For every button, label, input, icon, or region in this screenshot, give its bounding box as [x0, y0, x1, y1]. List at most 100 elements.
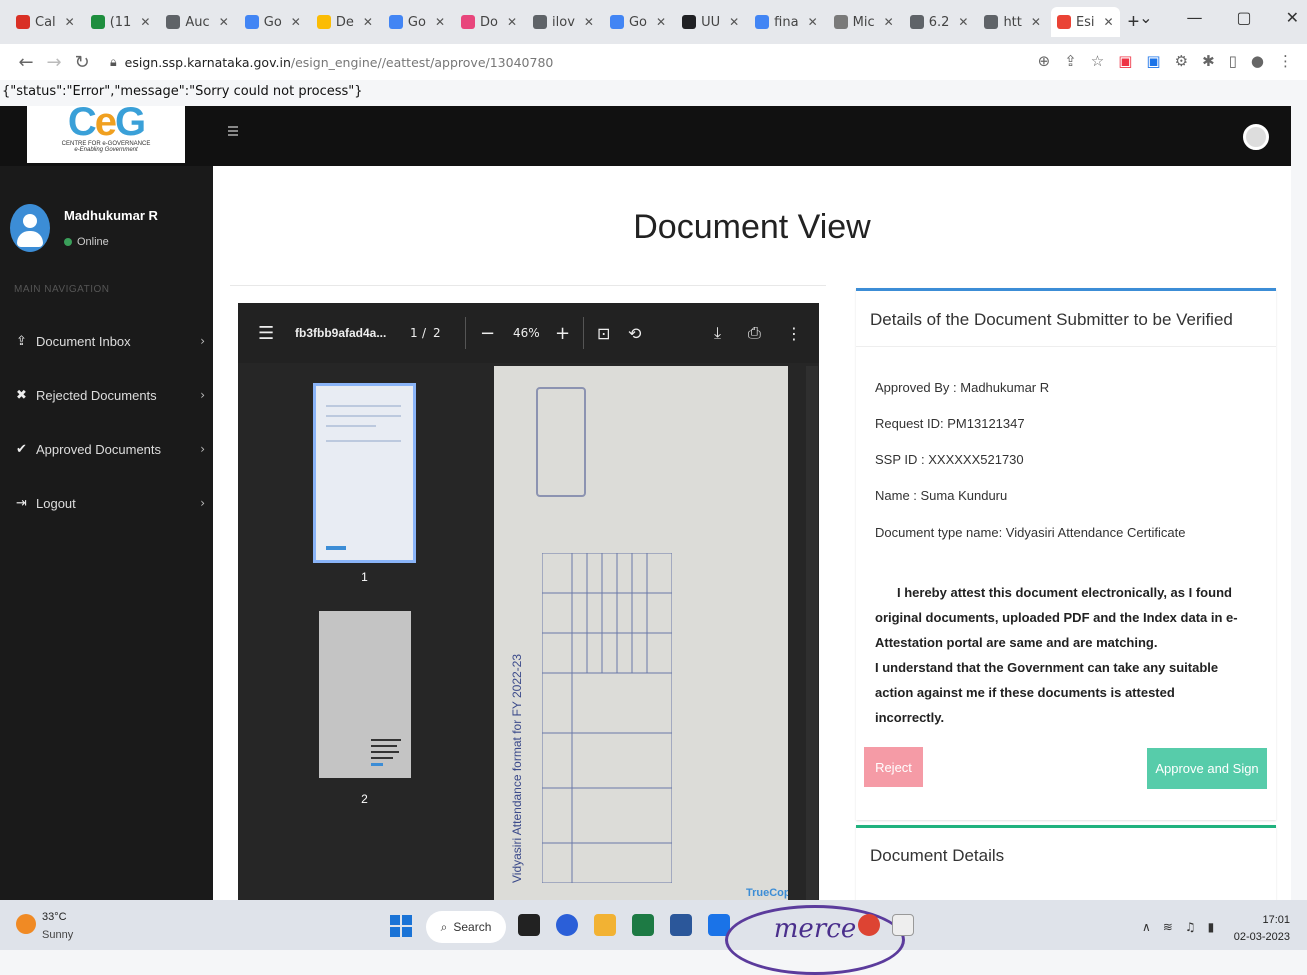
- download-icon[interactable]: ⤓: [714, 323, 721, 343]
- document-heading: Vidyasiri Attendance format for FY 2022-…: [510, 653, 524, 883]
- extension-icon[interactable]: ▣: [1118, 52, 1132, 70]
- volume-icon[interactable]: ♫: [1185, 920, 1196, 934]
- extension-icon[interactable]: ▣: [1146, 52, 1160, 70]
- user-menu-avatar[interactable]: [1243, 124, 1269, 150]
- browser-tab[interactable]: ilov ✕: [527, 7, 600, 37]
- tab-close-icon[interactable]: ✕: [958, 15, 968, 29]
- tab-close-icon[interactable]: ✕: [140, 15, 150, 29]
- browser-tab[interactable]: htt ✕: [978, 7, 1047, 37]
- zoom-icon[interactable]: ⊕: [1038, 52, 1051, 70]
- extension-icon[interactable]: ⚙: [1175, 52, 1188, 70]
- zoom-in-icon[interactable]: +: [555, 323, 570, 344]
- tab-close-icon[interactable]: ✕: [435, 15, 445, 29]
- more-options-icon[interactable]: ⋮: [786, 324, 802, 343]
- sidebar-item-approved-documents[interactable]: ✔ Approved Documents ›: [0, 429, 213, 469]
- sidepanel-icon[interactable]: ▯: [1229, 52, 1237, 70]
- tab-favicon-icon: [461, 15, 476, 29]
- tab-favicon-icon: [1056, 15, 1071, 29]
- forward-icon[interactable]: →: [40, 52, 68, 73]
- chrome-icon[interactable]: [858, 914, 880, 936]
- sidebar-item-rejected-documents[interactable]: ✖ Rejected Documents ›: [0, 375, 213, 415]
- file-explorer-icon[interactable]: [594, 914, 616, 936]
- new-tab-button[interactable]: +: [1128, 11, 1140, 34]
- tab-label: htt: [1003, 14, 1022, 30]
- share-icon[interactable]: ⇪: [1064, 52, 1077, 70]
- puzzle-icon[interactable]: ✱: [1202, 52, 1215, 70]
- sun-icon[interactable]: [16, 914, 36, 934]
- browser-tab[interactable]: Go ✕: [383, 7, 451, 37]
- tab-favicon-icon: [16, 15, 30, 29]
- zoom-out-icon[interactable]: −: [480, 323, 495, 344]
- bookmark-star-icon[interactable]: ☆: [1091, 52, 1104, 70]
- sidebar-toggle-icon[interactable]: [228, 126, 238, 140]
- tab-search-icon[interactable]: ⌄: [1139, 8, 1152, 27]
- profile-avatar[interactable]: ●: [1251, 52, 1264, 70]
- tab-close-icon[interactable]: ✕: [219, 15, 229, 29]
- tab-close-icon[interactable]: ✕: [363, 15, 373, 29]
- pdf-zoom-level[interactable]: 46%: [513, 326, 540, 340]
- tab-label: Go: [407, 14, 426, 30]
- pdf-page-separator: /: [422, 326, 427, 340]
- browser-tab[interactable]: Go ✕: [604, 7, 672, 37]
- pdf-page-current[interactable]: 1: [410, 326, 418, 340]
- browser-tab[interactable]: (11 ✕: [85, 7, 157, 37]
- browser-tab[interactable]: fina ✕: [749, 7, 823, 37]
- taskbar-app-icon[interactable]: [892, 914, 914, 936]
- back-icon[interactable]: ←: [12, 52, 40, 73]
- browser-tab[interactable]: Esi ✕: [1050, 7, 1120, 37]
- browser-tab[interactable]: Cal ✕: [10, 7, 81, 37]
- minimize-icon[interactable]: —: [1186, 8, 1202, 27]
- pdf-menu-icon[interactable]: ☰: [258, 323, 274, 344]
- tab-close-icon[interactable]: ✕: [291, 15, 301, 29]
- ssp-id: SSP ID : XXXXXX521730: [875, 452, 1024, 467]
- browser-tab[interactable]: De ✕: [311, 7, 379, 37]
- ceg-logo[interactable]: CeG CENTRE FOR e-GOVERNANCE e-Enabling G…: [27, 106, 185, 163]
- windows-start-icon[interactable]: [390, 915, 412, 937]
- document-page-content: Vidyasiri Attendance format for FY 2022-…: [506, 383, 788, 899]
- browser-tab[interactable]: Mic ✕: [828, 7, 900, 37]
- pdf-scrollbar[interactable]: [806, 366, 818, 900]
- taskbar-app-icon[interactable]: [518, 914, 540, 936]
- page-thumbnail[interactable]: [319, 611, 411, 778]
- fit-page-icon[interactable]: ⊡: [597, 324, 610, 343]
- browser-tab[interactable]: Auc ✕: [160, 7, 234, 37]
- tab-close-icon[interactable]: ✕: [656, 15, 666, 29]
- browser-tab[interactable]: 6.2 ✕: [904, 7, 975, 37]
- reject-button[interactable]: Reject: [864, 747, 923, 787]
- excel-icon[interactable]: [632, 914, 654, 936]
- rotate-icon[interactable]: ⟲: [628, 324, 641, 343]
- tab-favicon-icon: [755, 15, 770, 29]
- taskbar-app-icon[interactable]: [556, 914, 578, 936]
- tab-close-icon[interactable]: ✕: [507, 15, 517, 29]
- maximize-icon[interactable]: ▢: [1236, 8, 1251, 27]
- battery-icon[interactable]: ▮: [1208, 920, 1215, 934]
- tab-close-icon[interactable]: ✕: [729, 15, 739, 29]
- tab-close-icon[interactable]: ✕: [884, 15, 894, 29]
- sidebar-item-document-inbox[interactable]: ⇪ Document Inbox ›: [0, 321, 213, 361]
- browser-tab[interactable]: Do ✕: [455, 7, 523, 37]
- print-icon[interactable]: ⎙: [748, 323, 761, 343]
- page-thumbnail-label: 1: [361, 570, 368, 584]
- tab-close-icon[interactable]: ✕: [1031, 15, 1041, 29]
- tab-close-icon[interactable]: ✕: [1104, 15, 1114, 29]
- error-response-text: {"status":"Error","message":"Sorry could…: [2, 84, 363, 99]
- tab-label: Go: [628, 14, 648, 30]
- close-window-icon[interactable]: ✕: [1286, 8, 1299, 27]
- tab-close-icon[interactable]: ✕: [65, 15, 75, 29]
- browser-tab[interactable]: UU ✕: [676, 7, 745, 37]
- tab-label: Mic: [852, 14, 875, 30]
- menu-dots-icon[interactable]: ⋮: [1278, 52, 1293, 70]
- wifi-icon[interactable]: ≋: [1163, 920, 1173, 934]
- sidebar-item-logout[interactable]: ⇥ Logout ›: [0, 483, 213, 523]
- url-field[interactable]: 🔒︎ esign.ssp.karnataka.gov.in/esign_engi…: [110, 54, 553, 70]
- tab-favicon-icon: [609, 15, 624, 29]
- page-thumbnail[interactable]: [313, 383, 416, 563]
- reload-icon[interactable]: ↻: [68, 52, 96, 73]
- chevron-up-icon[interactable]: ∧: [1142, 920, 1151, 934]
- word-icon[interactable]: [670, 914, 692, 936]
- browser-tab[interactable]: Go ✕: [239, 7, 307, 37]
- taskbar-search[interactable]: ⌕ Search: [426, 911, 506, 943]
- tab-close-icon[interactable]: ✕: [584, 15, 594, 29]
- approve-and-sign-button[interactable]: Approve and Sign: [1147, 748, 1267, 789]
- tab-close-icon[interactable]: ✕: [808, 15, 818, 29]
